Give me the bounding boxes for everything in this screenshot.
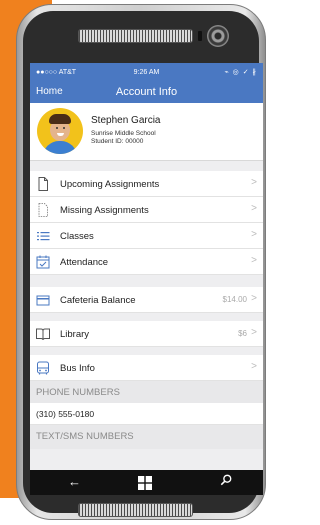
top-speaker-grille — [78, 29, 193, 43]
library-fine-value: $6 — [238, 329, 247, 338]
nav-bar: Home Account Info — [30, 81, 263, 103]
back-arrow-icon[interactable]: ← — [68, 474, 81, 489]
windows-start-icon[interactable] — [138, 476, 152, 490]
document-outline-icon — [38, 203, 48, 217]
phone-screen: ●●○○○ AT&T 9:26 AM ⌁ ◎ ✓ ∦ Home Account … — [30, 63, 263, 495]
sensor — [198, 31, 202, 41]
menu-item-label: Upcoming Assignments — [60, 179, 160, 190]
menu-item-label: Attendance — [60, 257, 109, 268]
menu-item-label: Missing Assignments — [60, 205, 149, 216]
status-time: 9:26 AM — [133, 68, 160, 76]
calendar-check-icon — [36, 255, 50, 269]
chevron-right-icon: > — [251, 229, 257, 240]
menu-item-cafeteria-balance[interactable]: Cafeteria Balance $14.00 > — [30, 287, 263, 313]
phone-number-entry[interactable]: (310) 555-0180 — [30, 403, 263, 425]
page-title: Account Info — [115, 86, 178, 98]
front-camera — [207, 25, 229, 47]
status-indicators: ⌁ ◎ ✓ ∦ — [224, 69, 258, 76]
card-icon — [36, 295, 50, 306]
list-icon — [37, 232, 50, 241]
student-profile-card: Stephen Garcia Sunrise Middle School Stu… — [30, 103, 263, 161]
menu-item-missing-assignments[interactable]: Missing Assignments > — [30, 197, 263, 223]
bottom-speaker-grille — [78, 503, 193, 517]
phone-device: ●●○○○ AT&T 9:26 AM ⌁ ◎ ✓ ∦ Home Account … — [16, 4, 266, 520]
search-icon[interactable] — [220, 474, 232, 486]
document-icon — [38, 177, 48, 191]
menu-item-label: Cafeteria Balance — [60, 295, 136, 306]
chevron-right-icon: > — [251, 177, 257, 188]
text-sms-numbers-header: TEXT/SMS NUMBERS — [30, 425, 263, 449]
chevron-right-icon: > — [251, 293, 257, 304]
menu-item-label: Classes — [60, 231, 94, 242]
menu-item-attendance[interactable]: Attendance > — [30, 249, 263, 275]
school-name: Sunrise Middle School — [91, 130, 156, 137]
chevron-right-icon: > — [251, 361, 257, 372]
status-bar: ●●○○○ AT&T 9:26 AM ⌁ ◎ ✓ ∦ — [30, 63, 263, 81]
bus-icon — [37, 361, 49, 375]
phone-numbers-header: PHONE NUMBERS — [30, 381, 263, 403]
system-navigation-bar: ← — [30, 470, 263, 495]
carrier-signal: ●●○○○ AT&T — [36, 68, 77, 76]
chevron-right-icon: > — [251, 255, 257, 266]
menu-item-bus-info[interactable]: Bus Info > — [30, 355, 263, 381]
menu-item-upcoming-assignments[interactable]: Upcoming Assignments > — [30, 171, 263, 197]
student-name: Stephen Garcia — [91, 115, 161, 126]
student-id: Student ID: 00000 — [91, 138, 144, 145]
avatar — [37, 108, 83, 154]
chevron-right-icon: > — [251, 203, 257, 214]
menu-item-classes[interactable]: Classes > — [30, 223, 263, 249]
menu-item-library[interactable]: Library $6 > — [30, 321, 263, 347]
chevron-right-icon: > — [251, 327, 257, 338]
cafeteria-balance-value: $14.00 — [222, 295, 247, 304]
menu-item-label: Bus Info — [60, 363, 95, 374]
menu-item-label: Library — [60, 329, 90, 340]
book-icon — [36, 328, 50, 341]
